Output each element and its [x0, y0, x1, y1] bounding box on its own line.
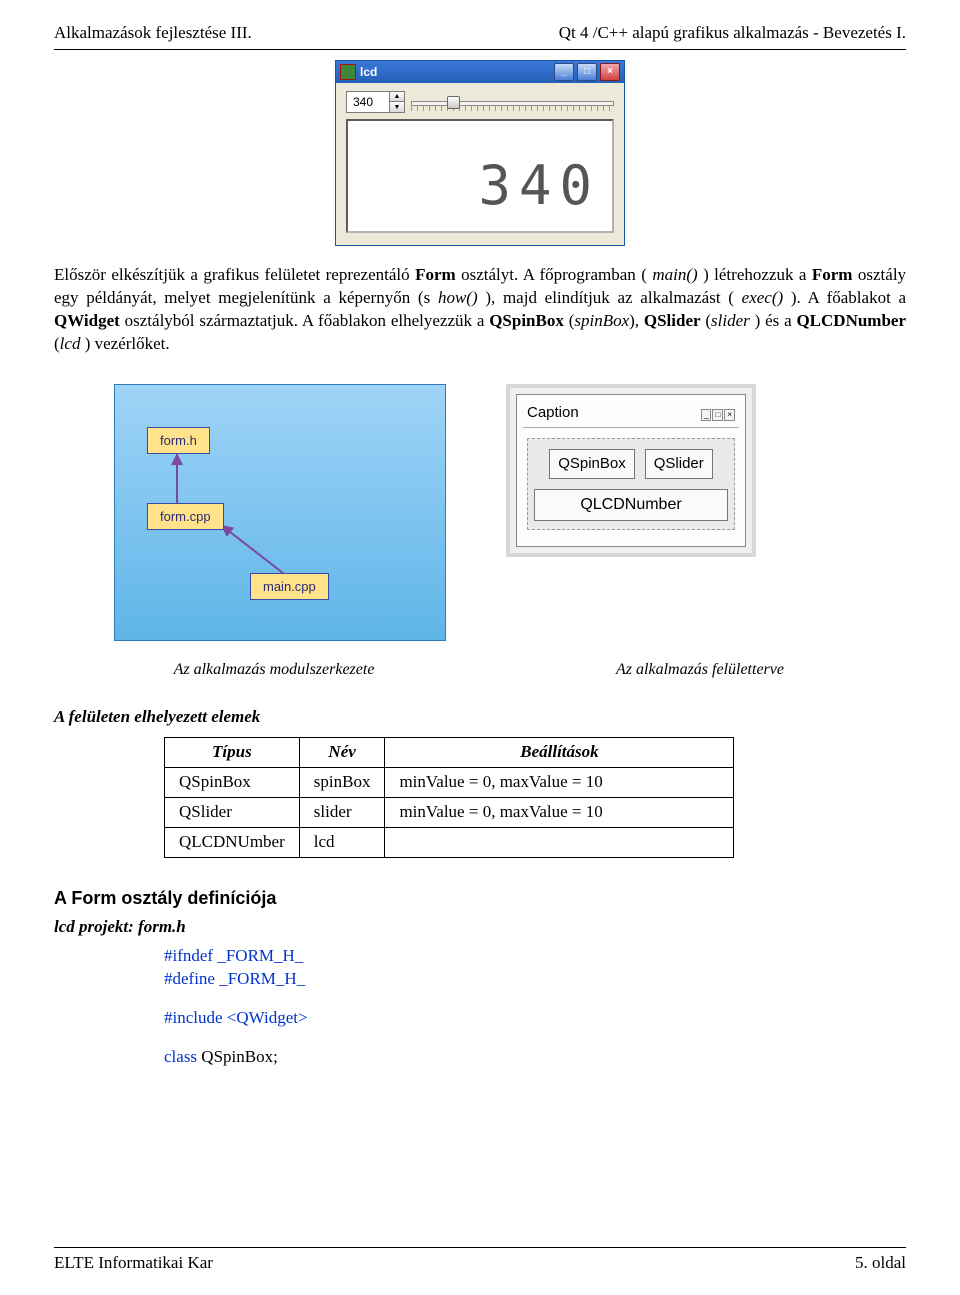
th-name: Név [299, 738, 385, 768]
module-box-form-h: form.h [147, 427, 210, 455]
sketch-window-buttons: _□× [700, 403, 735, 423]
text-form2: Form [812, 265, 853, 284]
app-screenshot: lcd _ □ × 340 ▲ ▼ [335, 60, 625, 246]
table-row: QLCDNUmber lcd [165, 828, 734, 858]
sketch-min-icon: _ [701, 409, 711, 422]
module-structure-figure: form.h form.cpp main.cpp [114, 384, 446, 641]
table-row: QSlider slider minValue = 0, maxValue = … [165, 798, 734, 828]
spinbox-value[interactable]: 340 [347, 92, 389, 112]
slider-thumb[interactable] [447, 96, 460, 109]
footer-right: 5. oldal [855, 1252, 906, 1275]
code-text: QSpinBox; [197, 1047, 278, 1066]
text-main: main() [652, 265, 697, 284]
sketch-qslider: QSlider [645, 449, 713, 479]
code-line: class QSpinBox; [164, 1046, 906, 1069]
text: Először elkészítjük a grafikus felületet… [54, 265, 415, 284]
cell-name: lcd [299, 828, 385, 858]
code-line: #define _FORM_H_ [164, 968, 906, 991]
module-box-main-cpp: main.cpp [250, 573, 329, 601]
lcd-display: 340 [346, 119, 614, 233]
sketch-layout-section: QSpinBox QSlider QLCDNumber [527, 438, 735, 530]
elements-heading: A felületen elhelyezett elemek [54, 706, 906, 729]
th-type: Típus [165, 738, 300, 768]
close-button[interactable]: × [600, 63, 620, 81]
caption-layout-plan: Az alkalmazás felületterve [494, 659, 906, 681]
text: ), [629, 311, 644, 330]
text: ) és a [755, 311, 797, 330]
text-exec: exec() [742, 288, 784, 307]
code-section-heading: A Form osztály definíciója [54, 886, 906, 910]
table-header-row: Típus Név Beállítások [165, 738, 734, 768]
spinbox-up-icon[interactable]: ▲ [390, 92, 404, 103]
code-blank [164, 991, 906, 1007]
text-form: Form [415, 265, 456, 284]
text-spinbox-it: spinBox [574, 311, 629, 330]
lcd-value: 340 [478, 150, 600, 223]
sketch-qlcdnumber: QLCDNumber [534, 489, 728, 521]
minimize-button[interactable]: _ [554, 63, 574, 81]
spinbox-down-icon[interactable]: ▼ [390, 102, 404, 112]
text-slider-it: slider [711, 311, 750, 330]
footer-left: ELTE Informatikai Kar [54, 1252, 213, 1275]
cell-type: QSpinBox [165, 768, 300, 798]
cell-type: QLCDNUmber [165, 828, 300, 858]
cell-type: QSlider [165, 798, 300, 828]
cell-settings: minValue = 0, maxValue = 10 [385, 768, 734, 798]
app-icon [340, 64, 356, 80]
text: ). A főablakot a [791, 288, 906, 307]
header-right: Qt 4 /C++ alapú grafikus alkalmazás - Be… [559, 22, 906, 45]
maximize-button[interactable]: □ [577, 63, 597, 81]
page-footer: ELTE Informatikai Kar 5. oldal [54, 1247, 906, 1275]
text: ) létrehozzuk a [703, 265, 812, 284]
text-qslider: QSlider [644, 311, 701, 330]
cell-name: spinBox [299, 768, 385, 798]
layout-sketch-figure: Caption _□× QSpinBox QSlider QLCDNumber [506, 384, 756, 557]
figure-row: form.h form.cpp main.cpp Caption _□× QSp… [114, 384, 906, 641]
slider-control[interactable] [411, 93, 614, 111]
app-window: lcd _ □ × 340 ▲ ▼ [335, 60, 625, 246]
sketch-caption: Caption [527, 403, 579, 423]
text: ), majd elindítjuk az alkalmazást ( [485, 288, 734, 307]
page-header: Alkalmazások fejlesztése III. Qt 4 /C++ … [54, 22, 906, 50]
caption-module-structure: Az alkalmazás modulszerkezete [54, 659, 494, 681]
project-line: lcd projekt: form.h [54, 916, 906, 939]
text-lcd-it: lcd [60, 334, 81, 353]
sketch-max-icon: □ [712, 409, 723, 422]
keyword-class: class [164, 1047, 197, 1066]
elements-table: Típus Név Beállítások QSpinBox spinBox m… [164, 737, 734, 858]
body-paragraph: Először elkészítjük a grafikus felületet… [54, 264, 906, 356]
text: osztályból származtatjuk. A főablakon el… [125, 311, 490, 330]
code-line: #include <QWidget> [164, 1007, 906, 1030]
figure-captions: Az alkalmazás modulszerkezete Az alkalma… [54, 659, 906, 681]
code-block: #ifndef _FORM_H_ #define _FORM_H_ #inclu… [164, 945, 906, 1069]
sketch-close-icon: × [724, 409, 735, 422]
text: ) vezérlőket. [85, 334, 170, 353]
window-title: lcd [360, 64, 377, 80]
sketch-qspinbox: QSpinBox [549, 449, 635, 479]
cell-settings [385, 828, 734, 858]
table-row: QSpinBox spinBox minValue = 0, maxValue … [165, 768, 734, 798]
text-qlcd: QLCDNumber [796, 311, 906, 330]
text-qspinbox: QSpinBox [489, 311, 564, 330]
text-show: how() [438, 288, 478, 307]
text: osztályt. A főprogramban ( [461, 265, 647, 284]
slider-ticks [411, 105, 614, 111]
code-line: #ifndef _FORM_H_ [164, 945, 906, 968]
code-blank [164, 1030, 906, 1046]
titlebar: lcd _ □ × [336, 61, 624, 83]
header-left: Alkalmazások fejlesztése III. [54, 22, 252, 45]
cell-settings: minValue = 0, maxValue = 10 [385, 798, 734, 828]
spinbox-control[interactable]: 340 ▲ ▼ [346, 91, 405, 113]
text-qwidget: QWidget [54, 311, 120, 330]
th-settings: Beállítások [385, 738, 734, 768]
module-box-form-cpp: form.cpp [147, 503, 224, 531]
sketch-titlebar: Caption _□× [523, 401, 739, 428]
cell-name: slider [299, 798, 385, 828]
